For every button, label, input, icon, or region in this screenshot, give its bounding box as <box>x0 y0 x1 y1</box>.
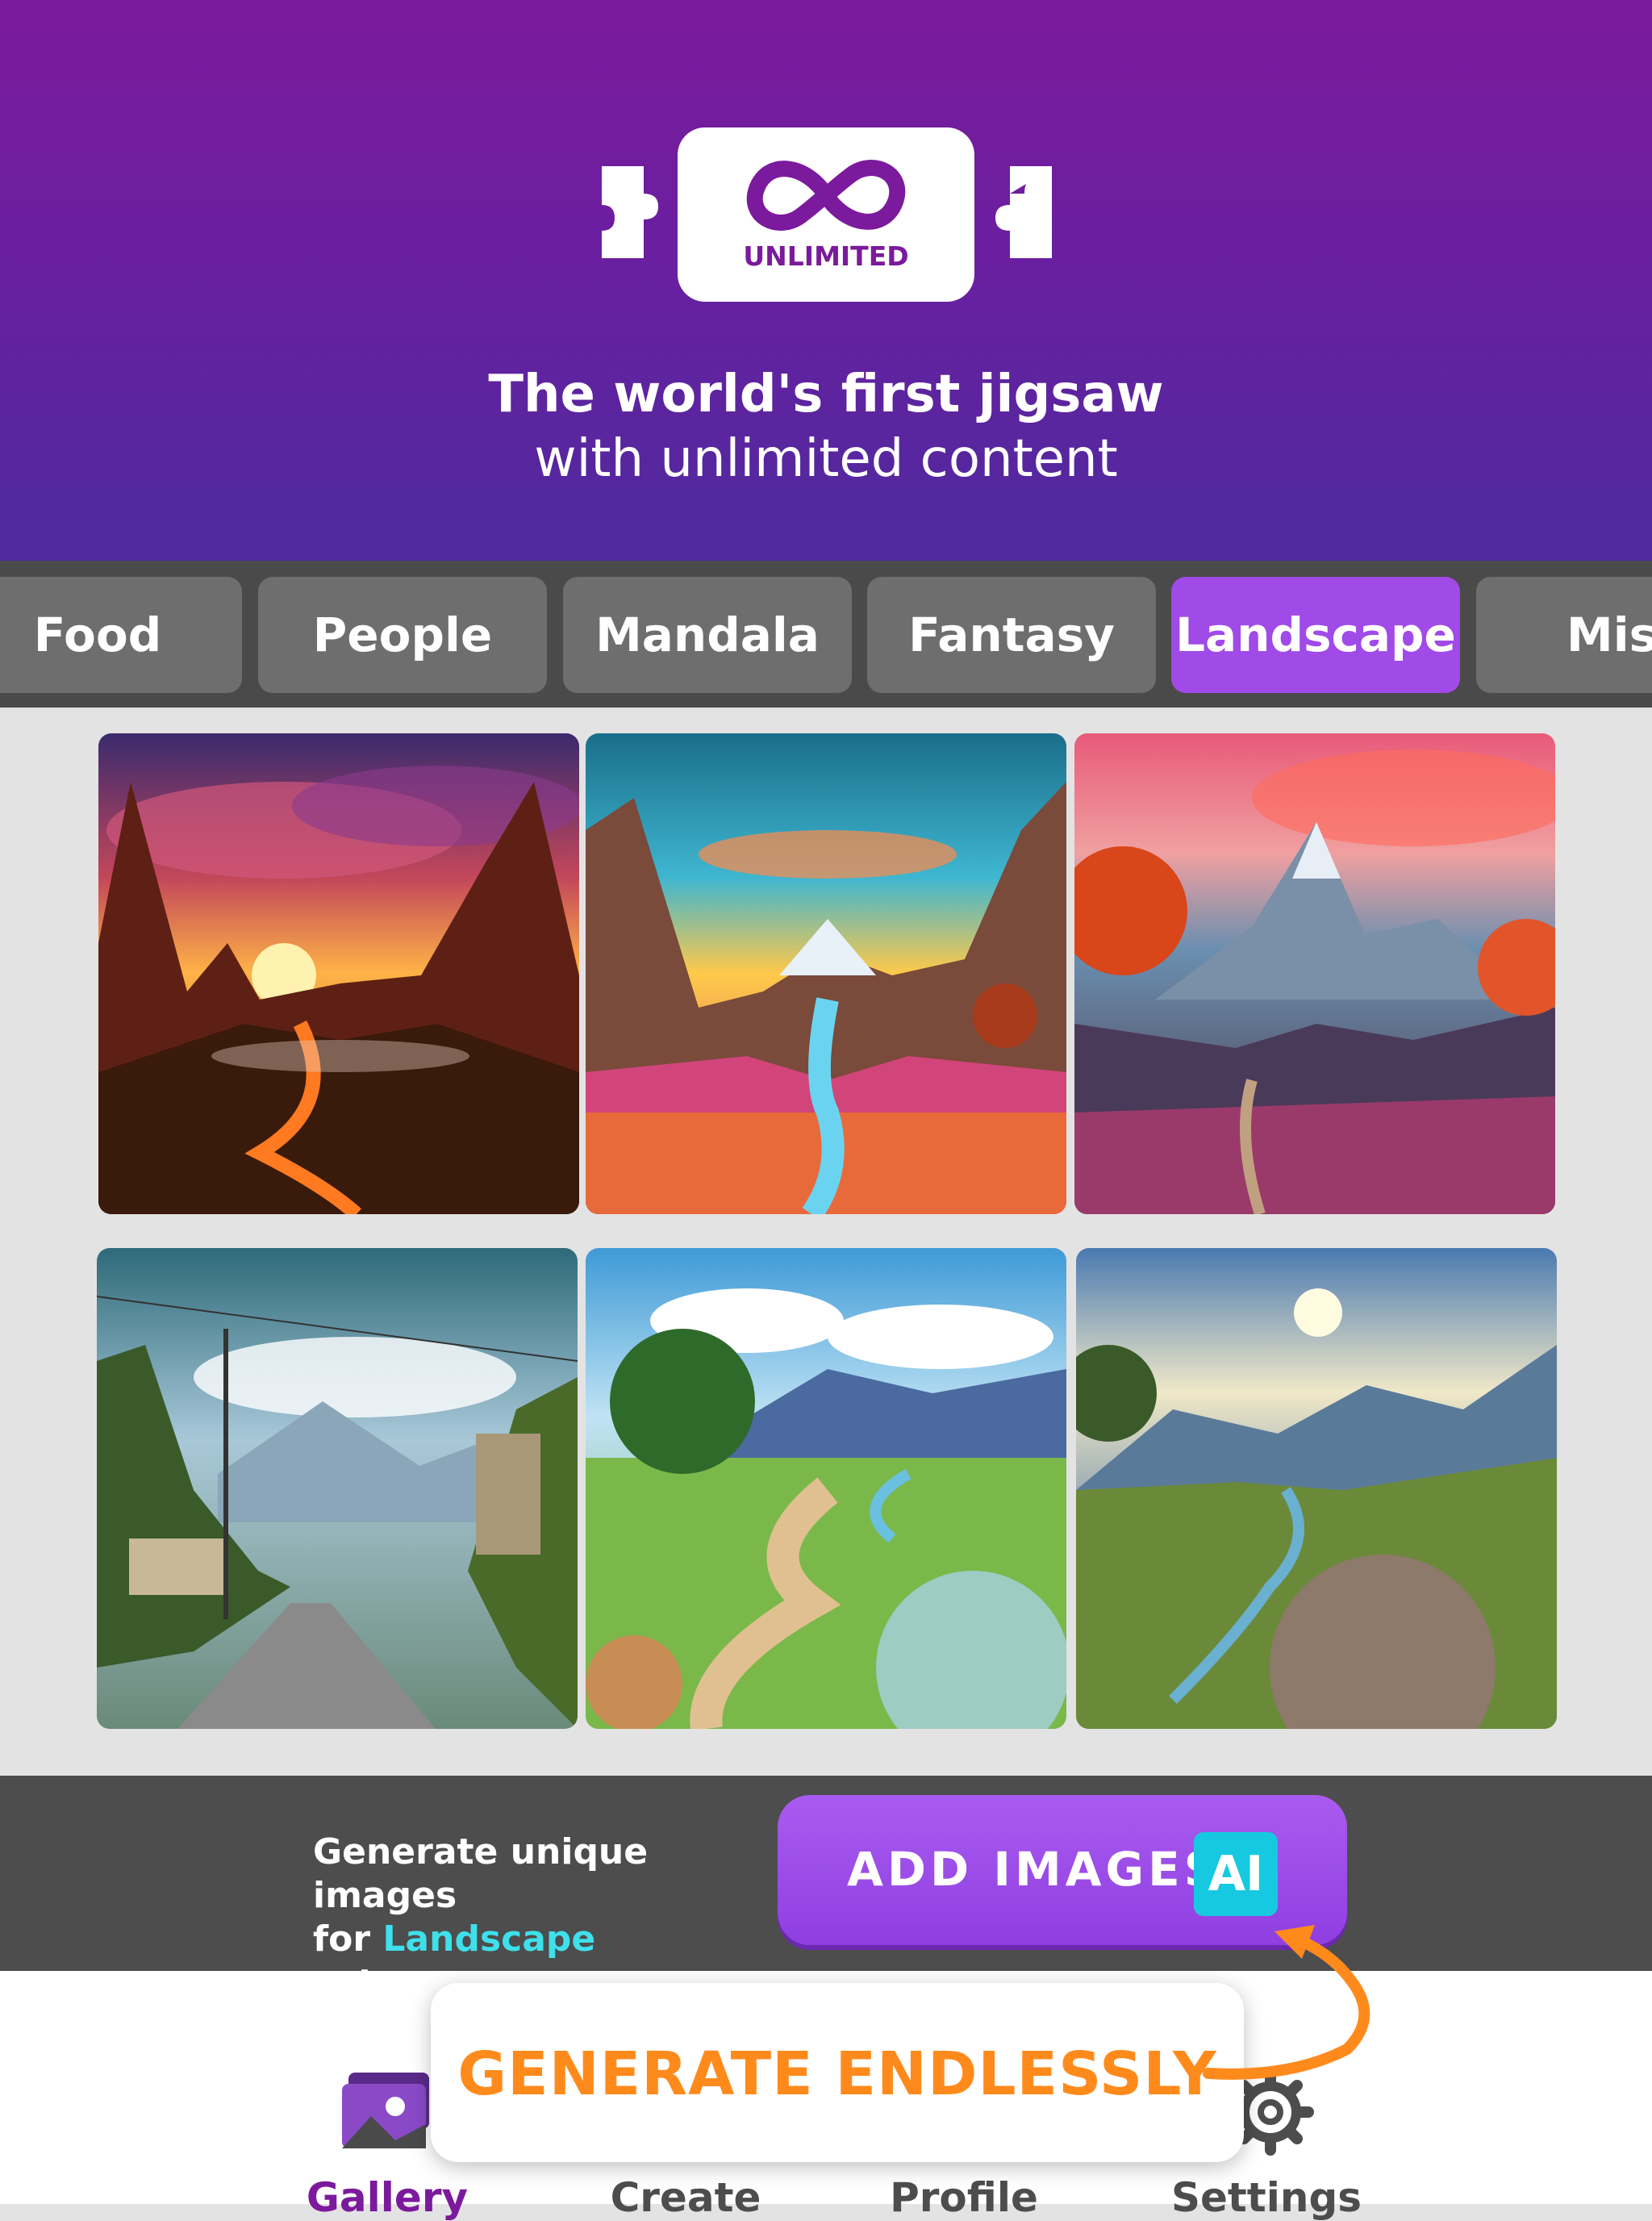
category-mandala[interactable]: Mandala <box>563 577 852 693</box>
gallery-image-2[interactable] <box>586 733 1066 1214</box>
category-misc[interactable]: Misc <box>1476 577 1652 693</box>
infinity-icon <box>746 160 906 231</box>
tagline-subheadline: with unlimited content <box>534 429 1118 489</box>
logo-text: UNLIMITED <box>743 240 909 272</box>
tab-settings-label: Settings <box>1170 2174 1362 2221</box>
gallery-image-4[interactable] <box>97 1248 578 1729</box>
category-fantasy[interactable]: Fantasy <box>867 577 1156 693</box>
gallery-image-6[interactable] <box>1076 1248 1557 1729</box>
category-landscape[interactable]: Landscape <box>1171 577 1460 693</box>
category-people[interactable]: People <box>258 577 547 693</box>
tab-create-label: Create <box>610 2174 761 2221</box>
gallery-image-1[interactable] <box>98 733 579 1214</box>
category-tabs: Food People Mandala Fantasy Landscape Mi… <box>0 561 1652 708</box>
gallery-icon <box>342 2073 429 2148</box>
logo-card: UNLIMITED <box>678 127 974 302</box>
category-food[interactable]: Food <box>0 577 242 693</box>
app-header: UNLIMITED The world's first jigsaw with … <box>0 0 1652 561</box>
app-logo: UNLIMITED <box>597 121 1052 307</box>
callout-text: GENERATE ENDLESSLY <box>457 2039 1217 2109</box>
generate-bar: Generate unique images for Landscape cat… <box>0 1776 1652 2003</box>
gallery-image-3[interactable] <box>1074 733 1555 1214</box>
image-gallery <box>0 708 1652 1776</box>
promo-callout: GENERATE ENDLESSLY <box>431 1983 1244 2162</box>
generate-line-1: Generate unique images <box>313 1831 649 1916</box>
tagline-headline: The world's first jigsaw <box>488 365 1164 424</box>
generate-category-name: Landscape <box>382 1918 596 1960</box>
generate-line-2-prefix: for <box>313 1918 383 1960</box>
gallery-image-5[interactable] <box>586 1248 1066 1729</box>
tab-gallery-label: Gallery <box>306 2174 469 2221</box>
curved-arrow-icon <box>1203 1925 1370 2080</box>
ai-badge: AI <box>1194 1832 1278 1916</box>
puzzle-piece-left-icon <box>602 166 658 258</box>
tab-profile-label: Profile <box>890 2174 1038 2221</box>
puzzle-piece-right-icon <box>995 166 1052 258</box>
add-images-label: ADD IMAGES <box>847 1842 1222 1897</box>
